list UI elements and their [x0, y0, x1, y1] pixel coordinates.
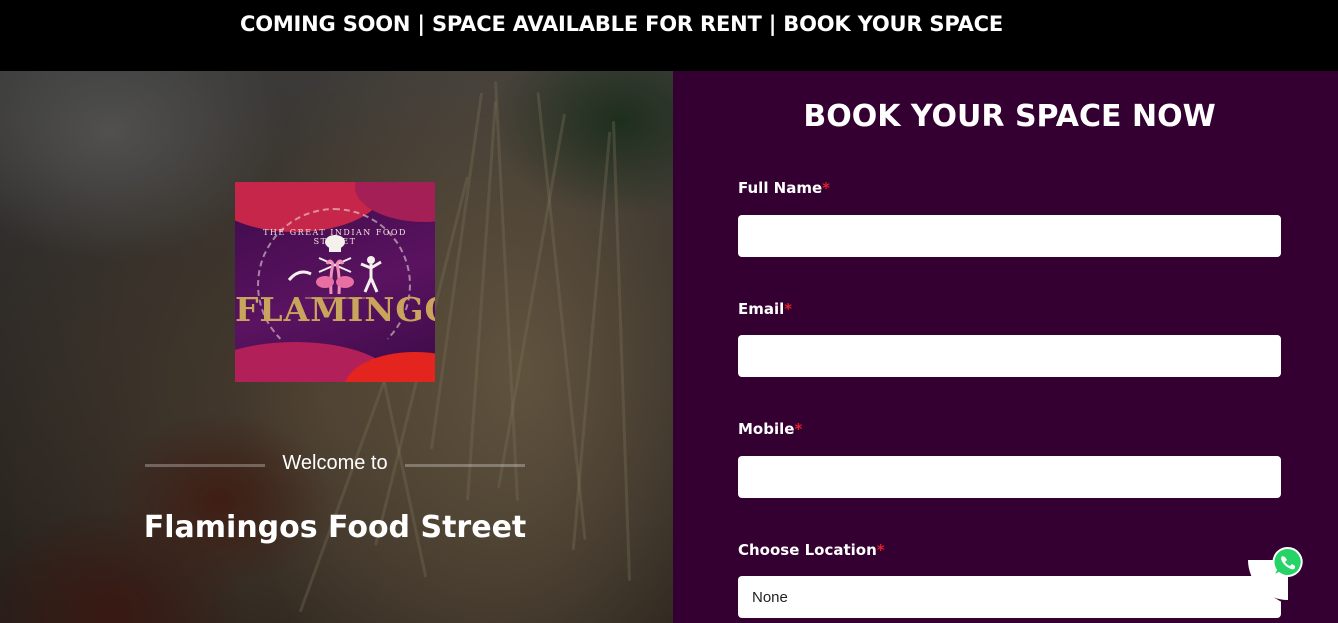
divider-line-right: [405, 464, 525, 467]
mobile-input[interactable]: [738, 456, 1281, 498]
location-selected-value: None: [752, 588, 788, 606]
announcement-bar: COMING SOON | SPACE AVAILABLE FOR RENT |…: [0, 0, 1338, 71]
email-label: Email*: [738, 300, 793, 318]
required-marker: *: [876, 541, 885, 559]
full-name-input[interactable]: [738, 215, 1281, 257]
location-select[interactable]: None: [738, 576, 1281, 618]
form-title: BOOK YOUR SPACE NOW: [803, 99, 1216, 134]
required-marker: *: [822, 179, 831, 197]
welcome-divider: Welcome to: [145, 452, 525, 478]
required-marker: *: [794, 420, 803, 438]
whatsapp-icon[interactable]: [1270, 545, 1304, 579]
mobile-label: Mobile*: [738, 420, 803, 438]
flamingos-logo: THE GREAT INDIAN FOOD STREET FLAMINGOS: [235, 182, 435, 382]
hero-section: THE GREAT INDIAN FOOD STREET FLAMINGOS W…: [0, 71, 673, 623]
required-marker: *: [784, 300, 793, 318]
booking-form-panel: BOOK YOUR SPACE NOW Full Name* Email* Mo…: [673, 71, 1338, 623]
location-label: Choose Location*: [738, 541, 885, 559]
full-name-label: Full Name*: [738, 179, 831, 197]
announcement-text: COMING SOON | SPACE AVAILABLE FOR RENT |…: [240, 12, 1004, 36]
logo-wordmark: FLAMINGOS: [235, 290, 435, 329]
venue-name-heading: Flamingos Food Street: [143, 510, 527, 545]
email-input[interactable]: [738, 335, 1281, 377]
